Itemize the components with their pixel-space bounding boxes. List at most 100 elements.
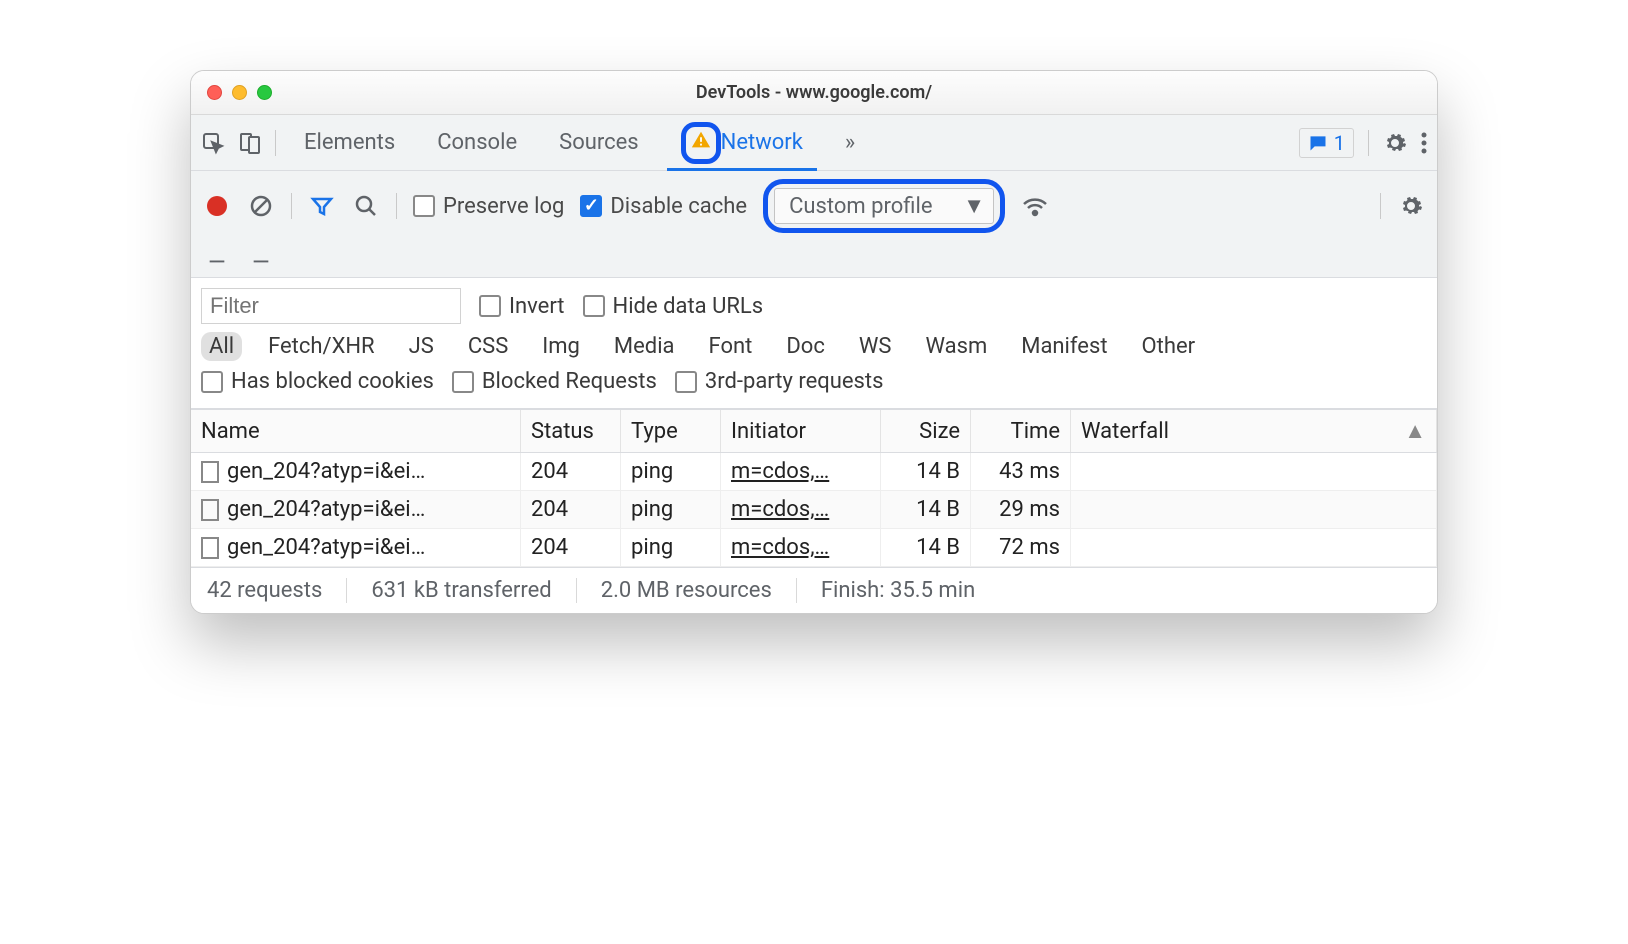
devtools-window: DevTools - www.google.com/ Elements Cons… <box>190 70 1438 614</box>
table-body: gen_204?atyp=i&ei… 204 ping m=cdos,… 14 … <box>191 453 1437 567</box>
window-controls <box>207 85 272 100</box>
preserve-log-label: Preserve log <box>443 194 564 219</box>
filter-chip-other[interactable]: Other <box>1134 332 1204 361</box>
invert-label: Invert <box>509 294 565 319</box>
col-header-status[interactable]: Status <box>521 410 621 452</box>
status-bar: 42 requests 631 kB transferred 2.0 MB re… <box>191 567 1437 613</box>
network-toolbar: Preserve log Disable cache Custom profil… <box>191 171 1437 278</box>
cell-time: 72 ms <box>971 529 1071 566</box>
filter-chip-all[interactable]: All <box>201 332 242 361</box>
col-header-waterfall[interactable]: Waterfall▲ <box>1071 410 1437 452</box>
close-window-button[interactable] <box>207 85 222 100</box>
third-party-label: 3rd-party requests <box>705 369 884 394</box>
blocked-cookies-label: Has blocked cookies <box>231 369 434 394</box>
network-conditions-icon[interactable] <box>1021 192 1049 220</box>
tab-network[interactable]: Network <box>667 115 817 171</box>
tab-elements[interactable]: Elements <box>290 115 409 171</box>
cell-initiator[interactable]: m=cdos,… <box>731 497 829 522</box>
cell-initiator[interactable]: m=cdos,… <box>731 535 829 560</box>
network-settings-gear-icon[interactable] <box>1397 192 1425 220</box>
status-requests: 42 requests <box>207 578 347 603</box>
hide-data-urls-label: Hide data URLs <box>613 294 764 319</box>
filter-chip-wasm[interactable]: Wasm <box>917 332 995 361</box>
status-transferred: 631 kB transferred <box>371 578 576 603</box>
device-toolbar-icon[interactable] <box>239 131 261 155</box>
col-header-type[interactable]: Type <box>621 410 721 452</box>
cell-name: gen_204?atyp=i&ei… <box>227 459 425 484</box>
separator <box>275 130 276 156</box>
filter-chip-media[interactable]: Media <box>606 332 683 361</box>
main-tab-bar: Elements Console Sources Network » 1 <box>191 115 1437 171</box>
cell-waterfall <box>1071 491 1437 528</box>
highlight-throttling-select: Custom profile ▼ <box>763 179 1005 233</box>
filter-chip-ws[interactable]: WS <box>851 332 900 361</box>
disable-cache-label: Disable cache <box>610 194 747 219</box>
tab-console[interactable]: Console <box>423 115 531 171</box>
table-row[interactable]: gen_204?atyp=i&ei… 204 ping m=cdos,… 14 … <box>191 453 1437 491</box>
kebab-icon[interactable] <box>1421 131 1427 155</box>
cell-time: 43 ms <box>971 453 1071 490</box>
col-header-name[interactable]: Name <box>191 410 521 452</box>
cell-waterfall <box>1071 453 1437 490</box>
cell-size: 14 B <box>881 491 971 528</box>
requests-table: Name Status Type Initiator Size Time Wat… <box>191 409 1437 567</box>
chevron-down-icon: ▼ <box>963 193 985 219</box>
throttling-value: Custom profile <box>789 194 932 219</box>
highlight-warning-icon <box>681 122 721 164</box>
col-header-time[interactable]: Time <box>971 410 1071 452</box>
table-row[interactable]: gen_204?atyp=i&ei… 204 ping m=cdos,… 14 … <box>191 491 1437 529</box>
third-party-checkbox[interactable]: 3rd-party requests <box>675 369 884 394</box>
blocked-cookies-checkbox[interactable]: Has blocked cookies <box>201 369 434 394</box>
gear-icon[interactable] <box>1383 131 1407 155</box>
resource-type-filter: All Fetch/XHR JS CSS Img Media Font Doc … <box>201 328 1427 365</box>
cell-initiator[interactable]: m=cdos,… <box>731 459 829 484</box>
invert-checkbox[interactable]: Invert <box>479 294 565 319</box>
cell-type: ping <box>621 529 721 566</box>
filter-chip-doc[interactable]: Doc <box>778 332 833 361</box>
col-header-size[interactable]: Size <box>881 410 971 452</box>
cell-status: 204 <box>521 529 621 566</box>
blocked-requests-label: Blocked Requests <box>482 369 657 394</box>
table-row[interactable]: gen_204?atyp=i&ei… 204 ping m=cdos,… 14 … <box>191 529 1437 567</box>
document-icon <box>201 537 219 559</box>
waterfall-label: Waterfall <box>1081 419 1169 444</box>
import-har-icon[interactable] <box>247 241 275 269</box>
cell-name: gen_204?atyp=i&ei… <box>227 535 425 560</box>
search-icon[interactable] <box>352 192 380 220</box>
disable-cache-checkbox[interactable]: Disable cache <box>580 194 747 219</box>
preserve-log-checkbox[interactable]: Preserve log <box>413 194 564 219</box>
cell-size: 14 B <box>881 529 971 566</box>
col-header-initiator[interactable]: Initiator <box>721 410 881 452</box>
cell-type: ping <box>621 491 721 528</box>
filter-bar: Invert Hide data URLs All Fetch/XHR JS C… <box>191 278 1437 409</box>
throttling-select[interactable]: Custom profile ▼ <box>774 188 994 224</box>
filter-chip-manifest[interactable]: Manifest <box>1013 332 1115 361</box>
tab-more[interactable]: » <box>831 115 869 171</box>
blocked-requests-checkbox[interactable]: Blocked Requests <box>452 369 657 394</box>
filter-chip-css[interactable]: CSS <box>460 332 516 361</box>
cell-waterfall <box>1071 529 1437 566</box>
filter-chip-img[interactable]: Img <box>534 332 588 361</box>
filter-icon[interactable] <box>308 192 336 220</box>
hide-data-urls-checkbox[interactable]: Hide data URLs <box>583 294 764 319</box>
document-icon <box>201 499 219 521</box>
inspect-icon[interactable] <box>201 131 225 155</box>
minimize-window-button[interactable] <box>232 85 247 100</box>
cell-status: 204 <box>521 491 621 528</box>
clear-icon[interactable] <box>247 192 275 220</box>
table-header: Name Status Type Initiator Size Time Wat… <box>191 409 1437 453</box>
record-button[interactable] <box>203 192 231 220</box>
export-har-icon[interactable] <box>203 241 231 269</box>
status-finish: Finish: 35.5 min <box>821 578 999 603</box>
document-icon <box>201 461 219 483</box>
checkbox-checked <box>580 195 602 217</box>
filter-chip-font[interactable]: Font <box>701 332 761 361</box>
tab-sources[interactable]: Sources <box>545 115 653 171</box>
maximize-window-button[interactable] <box>257 85 272 100</box>
cell-size: 14 B <box>881 453 971 490</box>
issues-button[interactable]: 1 <box>1299 128 1354 158</box>
issues-count: 1 <box>1334 131 1345 155</box>
filter-chip-js[interactable]: JS <box>401 332 442 361</box>
filter-input[interactable] <box>201 288 461 324</box>
filter-chip-fetch-xhr[interactable]: Fetch/XHR <box>260 332 383 361</box>
